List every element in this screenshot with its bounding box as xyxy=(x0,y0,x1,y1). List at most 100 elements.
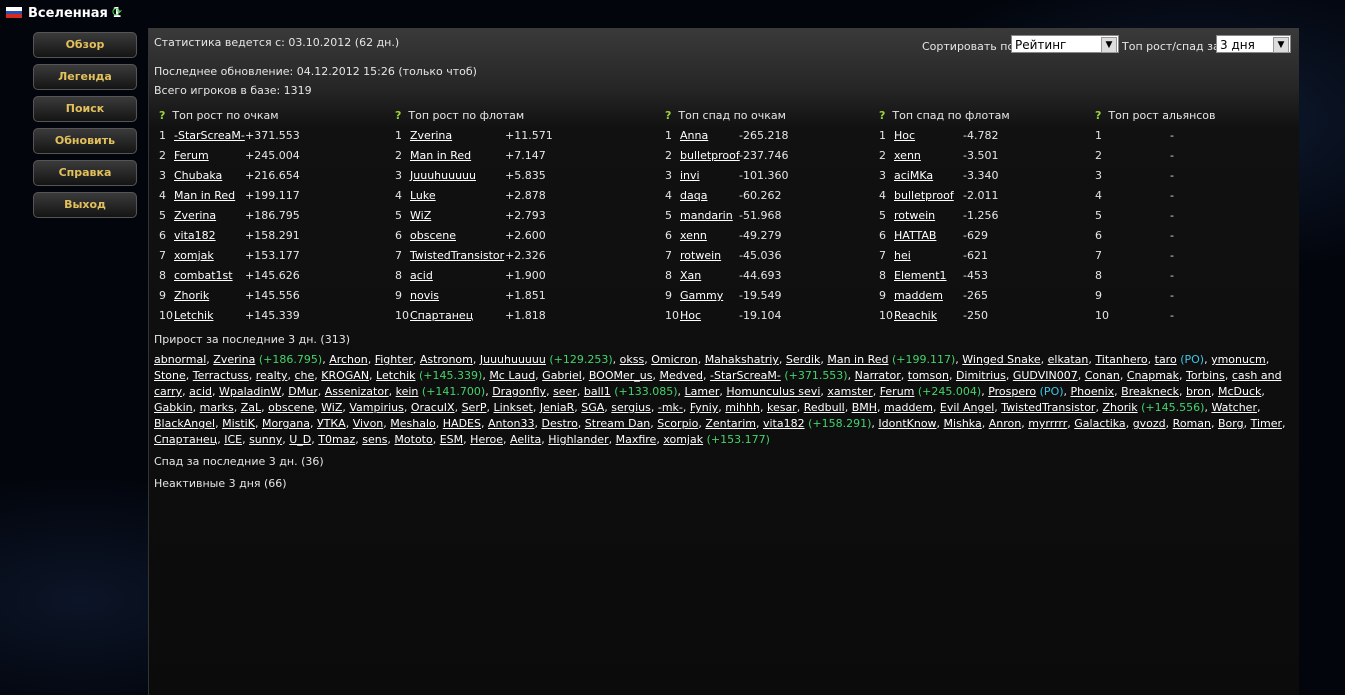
player-link[interactable]: Redbull xyxy=(804,401,845,414)
sidebar-item-help[interactable]: Справка xyxy=(33,160,137,186)
player-link[interactable]: Zverina xyxy=(174,206,216,226)
player-link[interactable]: vita182 xyxy=(174,226,216,246)
player-link[interactable]: invi xyxy=(680,166,700,186)
player-link[interactable]: GUDVIN007 xyxy=(1013,369,1078,382)
player-link[interactable]: Conan xyxy=(1085,369,1120,382)
player-link[interactable]: TwistedTransistor xyxy=(410,246,504,266)
player-link[interactable]: okss xyxy=(620,353,645,366)
player-link[interactable]: Borg xyxy=(1218,417,1244,430)
player-link[interactable]: realty xyxy=(256,369,288,382)
player-link[interactable]: WiZ xyxy=(410,206,431,226)
player-link[interactable]: rotwein xyxy=(894,206,935,226)
player-link[interactable]: Dimitrius xyxy=(956,369,1006,382)
player-link[interactable]: Mishka xyxy=(944,417,982,430)
player-link[interactable]: Reachik xyxy=(894,306,937,326)
player-link[interactable]: ESM xyxy=(440,433,463,446)
player-link[interactable]: Zhorik xyxy=(174,286,209,306)
player-link[interactable]: novis xyxy=(410,286,439,306)
player-link[interactable]: BMH xyxy=(852,401,877,414)
player-link[interactable]: daqa xyxy=(680,186,707,206)
player-link[interactable]: xomjak xyxy=(663,433,703,446)
player-link[interactable]: kesar xyxy=(767,401,797,414)
player-link[interactable]: mihhh xyxy=(725,401,760,414)
player-link[interactable]: Phoenix xyxy=(1071,385,1115,398)
player-link[interactable]: SGA xyxy=(581,401,604,414)
player-link[interactable]: Zhorik xyxy=(1102,401,1137,414)
player-link[interactable]: Torbins xyxy=(1186,369,1225,382)
player-link[interactable]: Mototo xyxy=(394,433,432,446)
chevron-down-icon[interactable]: ▼ xyxy=(1101,37,1117,53)
player-link[interactable]: Gabriel xyxy=(542,369,582,382)
player-link[interactable]: Highlander xyxy=(548,433,608,446)
player-link[interactable]: acid xyxy=(410,266,433,286)
player-link[interactable]: gvozd xyxy=(1133,417,1166,430)
player-link[interactable]: xomjak xyxy=(174,246,214,266)
player-link[interactable]: BlackAngel xyxy=(154,417,215,430)
player-link[interactable]: mandarin xyxy=(680,206,733,226)
player-link[interactable]: -StarScreaM- xyxy=(174,126,245,146)
player-link[interactable]: ZaL xyxy=(241,401,261,414)
player-link[interactable]: IdontKnow xyxy=(878,417,936,430)
player-link[interactable]: Stream Dan xyxy=(585,417,650,430)
player-link[interactable]: HADES xyxy=(443,417,481,430)
player-link[interactable]: seer xyxy=(553,385,577,398)
player-link[interactable]: Vivon xyxy=(353,417,384,430)
help-icon[interactable]: ? xyxy=(879,109,885,122)
player-link[interactable]: Man in Red xyxy=(174,186,235,206)
player-link[interactable]: Спартанец xyxy=(154,433,217,446)
chevron-down-icon[interactable]: ▼ xyxy=(1273,37,1289,53)
player-link[interactable]: Chubaka xyxy=(174,166,222,186)
player-link[interactable]: JeniaR xyxy=(540,401,574,414)
player-link[interactable]: Narrator xyxy=(855,369,901,382)
player-link[interactable]: sens xyxy=(362,433,387,446)
player-link[interactable]: Juuuhuuuuu xyxy=(480,353,546,366)
player-link[interactable]: aciMKa xyxy=(894,166,933,186)
player-link[interactable]: Anton33 xyxy=(488,417,535,430)
player-link[interactable]: Morgana xyxy=(262,417,310,430)
player-link[interactable]: WpaladinW xyxy=(219,385,281,398)
player-link[interactable]: bulletproof xyxy=(894,186,954,206)
player-link[interactable]: Archon xyxy=(329,353,368,366)
player-link[interactable]: abnormal xyxy=(154,353,206,366)
period-select[interactable]: 3 дня ▼ xyxy=(1216,35,1291,53)
player-link[interactable]: sunny xyxy=(249,433,282,446)
sidebar-item-search[interactable]: Поиск xyxy=(33,96,137,122)
player-link[interactable]: Zverina xyxy=(410,126,452,146)
player-link[interactable]: Letchik xyxy=(376,369,415,382)
help-icon[interactable]: ? xyxy=(395,109,401,122)
player-link[interactable]: Ferum xyxy=(880,385,915,398)
player-link[interactable]: Heroe xyxy=(470,433,503,446)
player-link[interactable]: Fyniy xyxy=(690,401,718,414)
player-link[interactable]: xamster xyxy=(827,385,872,398)
player-link[interactable]: acid xyxy=(189,385,212,398)
player-link[interactable]: Aelita xyxy=(510,433,541,446)
player-link[interactable]: sergius xyxy=(611,401,651,414)
player-link[interactable]: Prospero xyxy=(988,385,1036,398)
player-link[interactable]: Galactika xyxy=(1074,417,1125,430)
player-link[interactable]: -mk- xyxy=(658,401,683,414)
player-link[interactable]: Timer xyxy=(1251,417,1282,430)
player-link[interactable]: Breakneck xyxy=(1121,385,1179,398)
player-link[interactable]: Linkset xyxy=(493,401,532,414)
player-link[interactable]: bulletproof xyxy=(680,146,740,166)
player-link[interactable]: Luke xyxy=(410,186,436,206)
player-link[interactable]: maddem xyxy=(884,401,933,414)
player-link[interactable]: Спартанец xyxy=(410,306,473,326)
player-link[interactable]: Man in Red xyxy=(827,353,888,366)
player-link[interactable]: xenn xyxy=(680,226,707,246)
help-icon[interactable]: ? xyxy=(1095,109,1101,122)
player-link[interactable]: Watcher xyxy=(1211,401,1257,414)
player-link[interactable]: maddem xyxy=(894,286,943,306)
player-link[interactable]: Medved xyxy=(659,369,703,382)
player-link[interactable]: Fighter xyxy=(375,353,413,366)
player-link[interactable]: Gammy xyxy=(680,286,723,306)
player-link[interactable]: Ferum xyxy=(174,146,209,166)
help-icon[interactable]: ? xyxy=(159,109,165,122)
player-link[interactable]: xenn xyxy=(894,146,921,166)
player-link[interactable]: Evil Angel xyxy=(940,401,994,414)
player-link[interactable]: U_D xyxy=(289,433,311,446)
player-link[interactable]: Zverina xyxy=(213,353,255,366)
player-link[interactable]: rotwein xyxy=(680,246,721,266)
player-link[interactable]: Scorpio xyxy=(657,417,698,430)
player-link[interactable]: Hoc xyxy=(894,126,915,146)
